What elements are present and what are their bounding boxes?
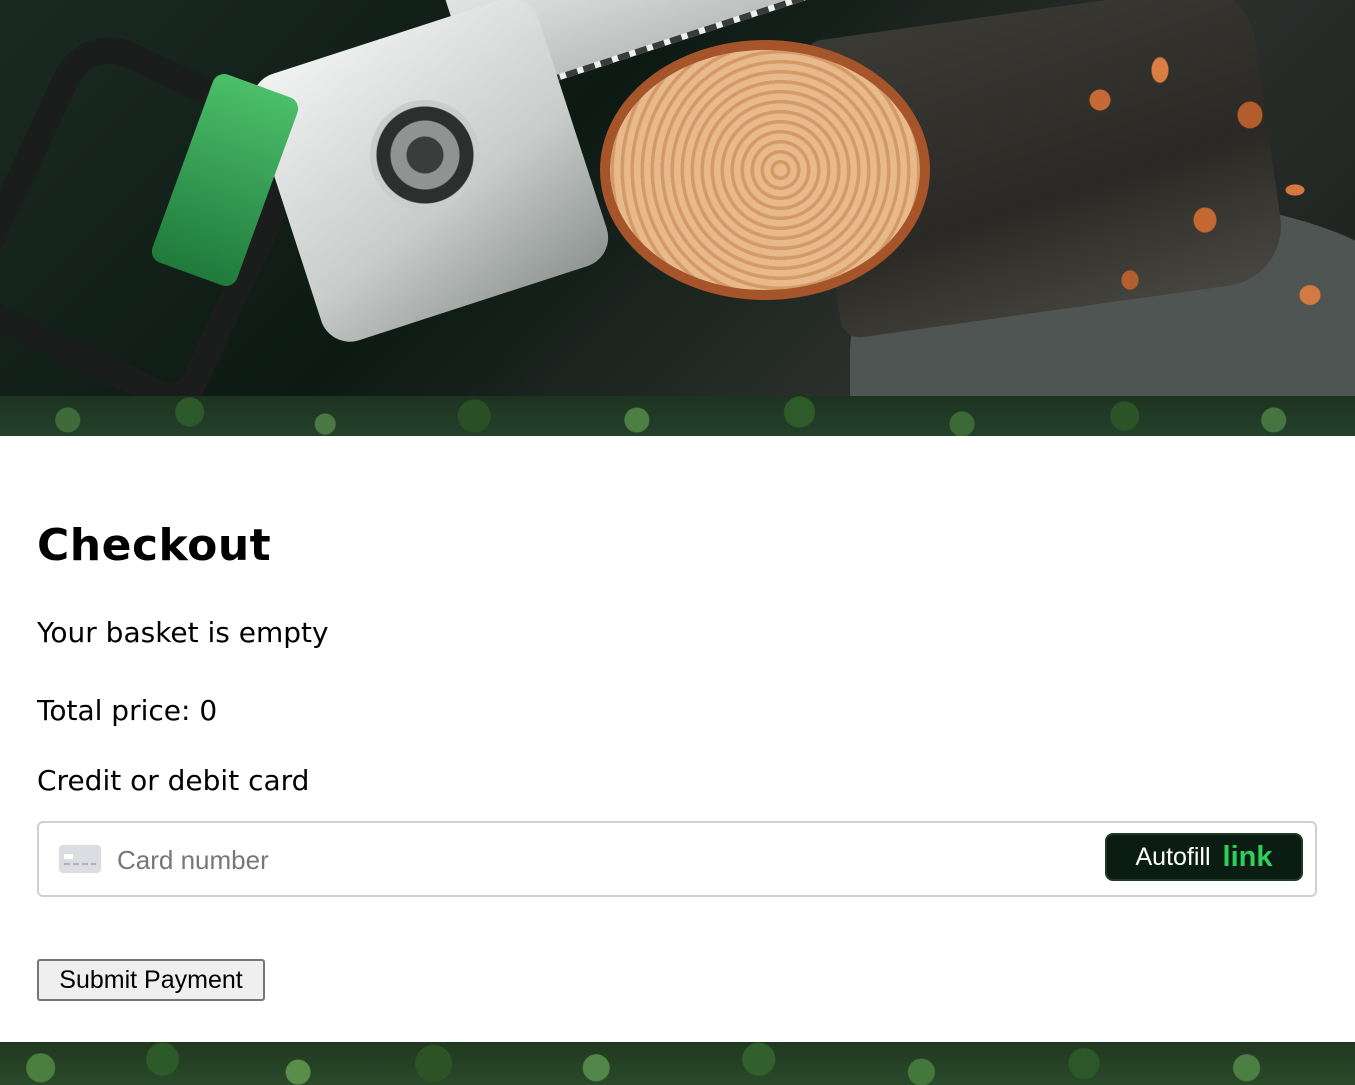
link-logo: link [1222, 840, 1273, 873]
hero-wood-chips [1040, 40, 1340, 340]
credit-card-icon [59, 845, 101, 873]
hero-chainsaw-wheel [370, 100, 480, 210]
basket-status: Your basket is empty [37, 616, 329, 649]
forest-divider-bottom [0, 1042, 1355, 1085]
hero-log-rings [600, 40, 930, 300]
submit-payment-button[interactable]: Submit Payment [37, 959, 265, 1001]
page-title: Checkout [37, 520, 272, 571]
card-number-input[interactable] [115, 837, 1019, 883]
card-label: Credit or debit card [37, 764, 310, 797]
card-field[interactable]: Autofill link [37, 821, 1317, 897]
autofill-link-button[interactable]: Autofill link [1105, 833, 1303, 881]
hero-banner [0, 0, 1355, 396]
forest-divider-top [0, 396, 1355, 436]
total-price: Total price: 0 [37, 694, 218, 727]
autofill-label: Autofill [1135, 842, 1211, 871]
